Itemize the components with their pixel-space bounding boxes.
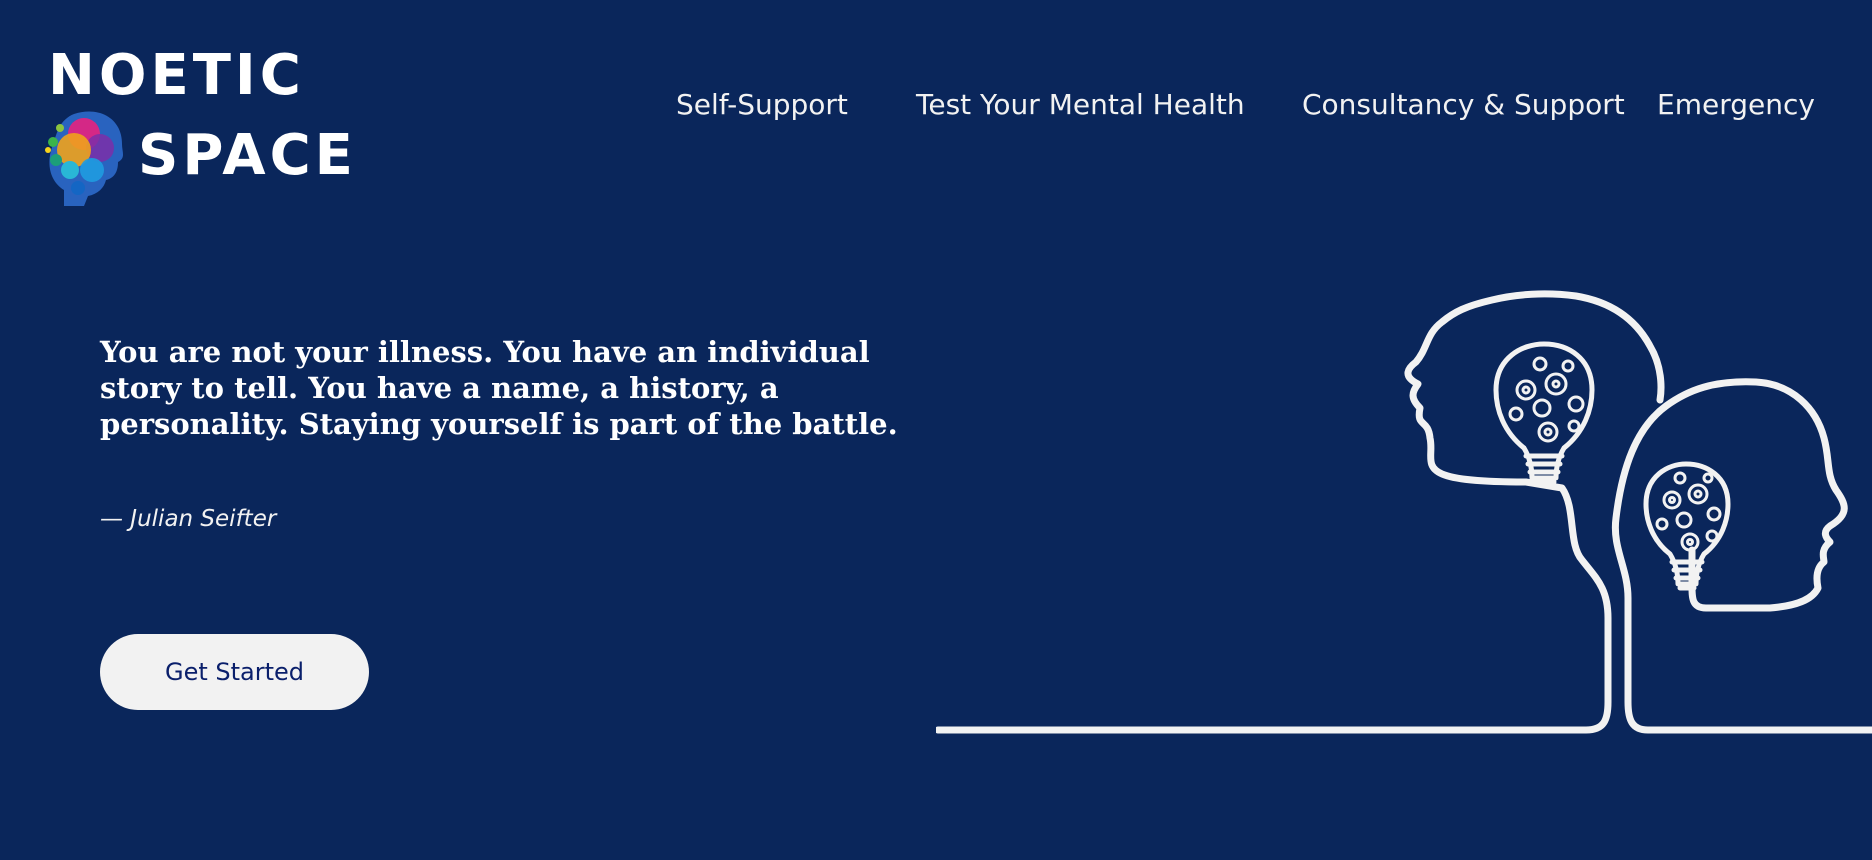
quote-author: — Julian Seifter [100, 506, 277, 532]
nav-item-emergency[interactable]: Emergency [1657, 88, 1815, 121]
nav-item-self-support[interactable]: Self-Support [676, 88, 848, 121]
nav-item-test-mental-health[interactable]: Test Your Mental Health [916, 88, 1245, 121]
main-nav: Self-Support Test Your Mental Health Con… [0, 88, 1872, 128]
logo-text-line2: SPACE [138, 123, 357, 188]
nav-item-consultancy-support[interactable]: Consultancy & Support [1302, 88, 1625, 121]
hero-quote: You are not your illness. You have an in… [100, 335, 898, 441]
two-heads-lightbulb-gears-icon [936, 290, 1872, 734]
get-started-button[interactable]: Get Started [100, 634, 369, 710]
